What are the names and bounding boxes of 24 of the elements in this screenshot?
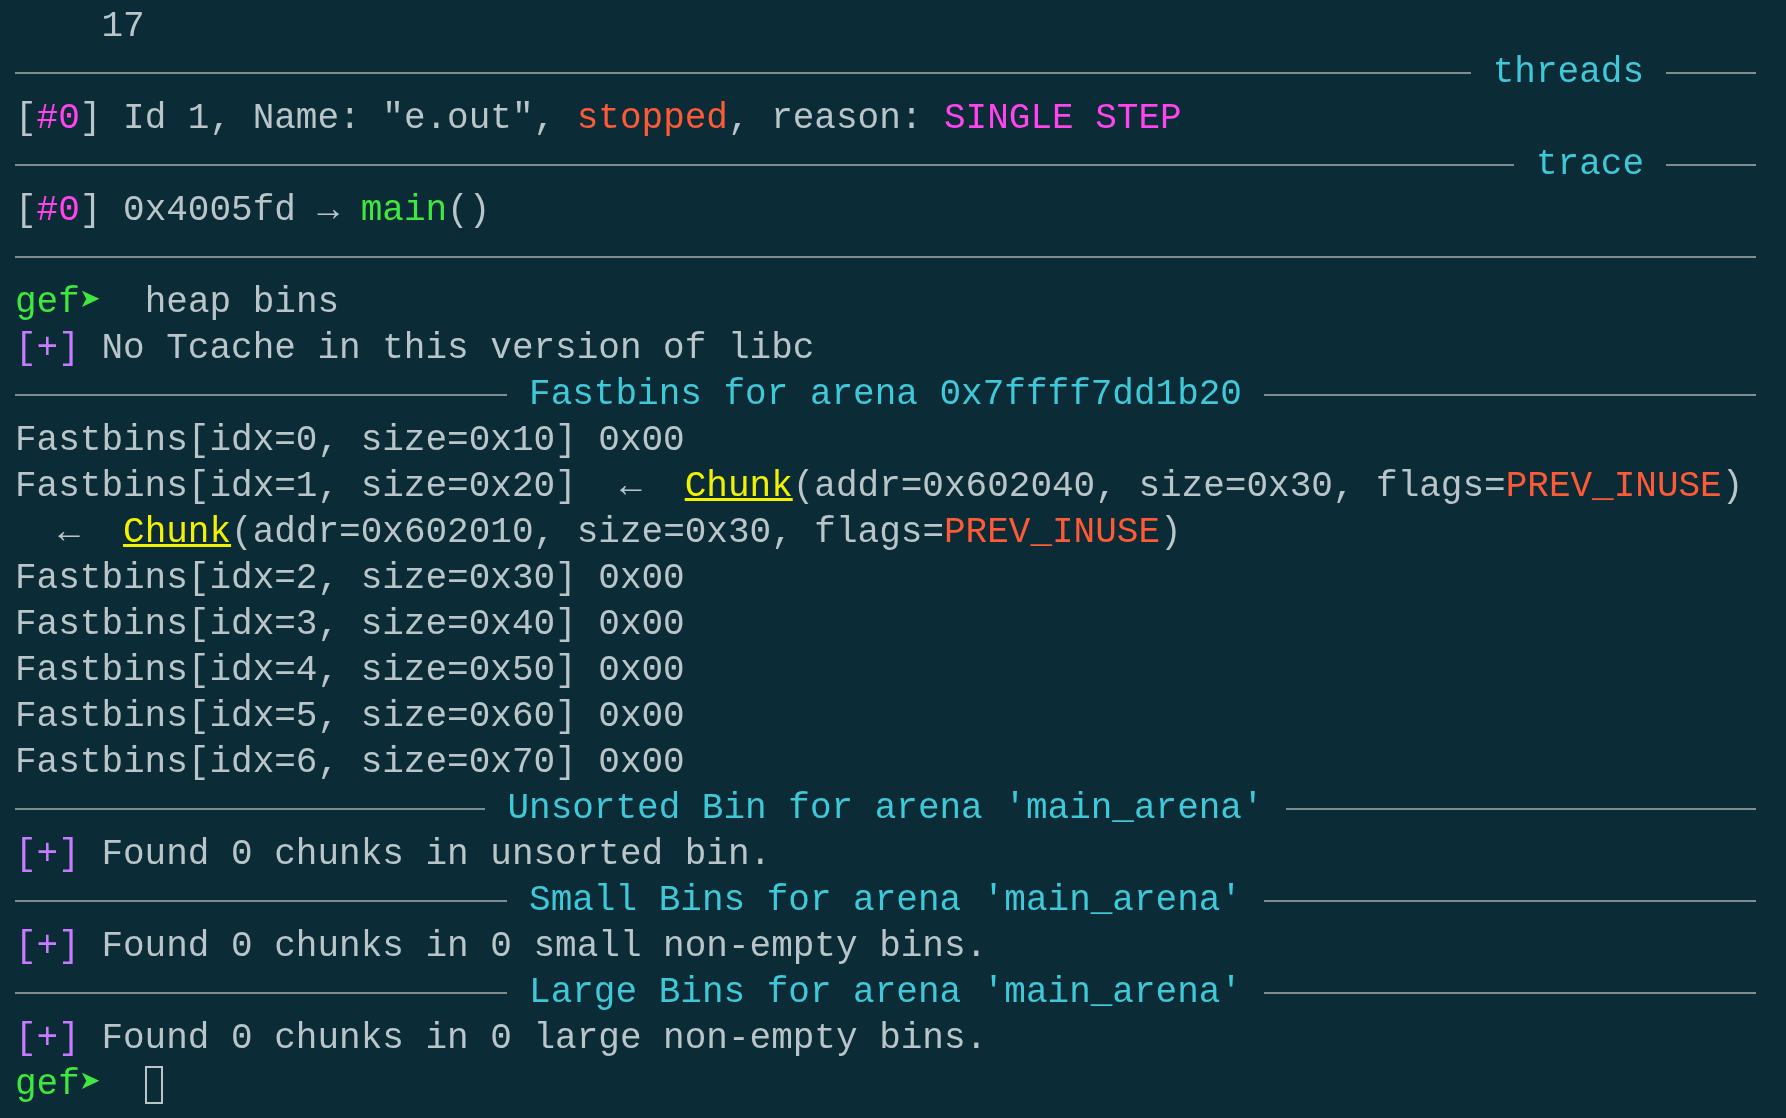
terminal-line: [#0] Id 1, Name: "e.out", stopped, reason: SINGLE STEP: [15, 97, 1182, 141]
terminal-line: 17: [100, 5, 145, 49]
terminal-line: [+] Found 0 chunks in 0 large non-empty bins.: [15, 1017, 988, 1061]
terminal-line: Fastbins[idx=0, size=0x10] 0x00: [15, 419, 685, 463]
section-title: Large Bins for arena 'main_arena': [529, 971, 1242, 1015]
prompt: gef➤: [15, 1063, 102, 1107]
terminal-line: Fastbins[idx=6, size=0x70] 0x00: [15, 741, 685, 785]
terminal-line: [+] Found 0 chunks in 0 small non-empty bins.: [15, 925, 988, 969]
terminal-line: Fastbins[idx=2, size=0x30] 0x00: [15, 557, 685, 601]
terminal-line: [+] No Tcache in this version of libc: [15, 327, 815, 371]
terminal-line: Fastbins[idx=1, size=0x20] ← Chunk(addr=0x602040, size=0x30, flags=PREV_INUSE): [15, 465, 1744, 509]
text-cursor-icon: [145, 1066, 164, 1104]
terminal-line: [+] Found 0 chunks in unsorted bin.: [15, 833, 772, 877]
terminal-line: [#0] 0x4005fd → main(): [15, 189, 491, 233]
terminal-line: Fastbins[idx=3, size=0x40] 0x00: [15, 603, 685, 647]
section-title: Fastbins for arena 0x7ffff7dd1b20: [529, 373, 1242, 417]
terminal-line: Fastbins[idx=5, size=0x60] 0x00: [15, 695, 685, 739]
section-title: trace: [1535, 143, 1644, 187]
terminal-line: gef➤ heap bins: [15, 281, 340, 325]
section-title: Unsorted Bin for arena 'main_arena': [507, 787, 1264, 831]
terminal-line: ← Chunk(addr=0x602010, size=0x30, flags=PREV_INUSE): [57, 511, 1182, 555]
section-title: threads: [1492, 51, 1644, 95]
section-title: Small Bins for arena 'main_arena': [529, 879, 1242, 923]
terminal-line: Fastbins[idx=4, size=0x50] 0x00: [15, 649, 685, 693]
